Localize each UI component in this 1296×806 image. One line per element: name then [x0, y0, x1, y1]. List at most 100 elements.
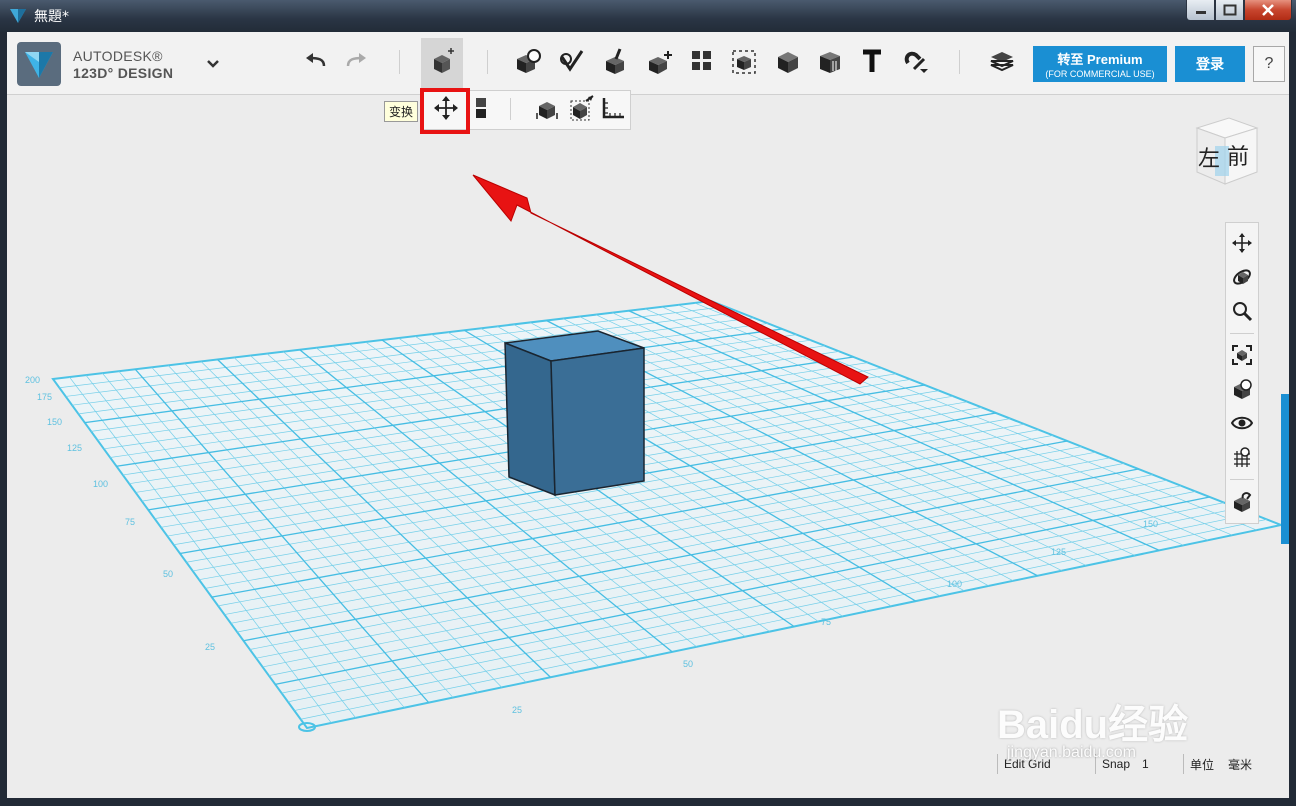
grid-label: 200: [25, 375, 40, 385]
brand-autodesk: AUTODESK®: [73, 48, 163, 64]
brand-product: 123D° DESIGN: [73, 65, 174, 81]
box-object[interactable]: [504, 330, 645, 497]
unit-label: 单位: [1190, 757, 1215, 772]
help-button[interactable]: ?: [1253, 46, 1285, 82]
nav-divider: [1230, 479, 1254, 480]
material-preview-button[interactable]: [1230, 489, 1254, 513]
pan-icon: [1232, 233, 1252, 253]
grid-label: 75: [821, 617, 831, 627]
main-toolbar: AUTODESK® 123D° DESIGN 转至 Premium (FOR C…: [7, 32, 1289, 95]
grid-label: 150: [47, 417, 62, 427]
window-frame-bottom: [0, 798, 1296, 806]
material-icon: [990, 52, 1014, 72]
viewcube-left-label: 左: [1198, 147, 1220, 172]
modify-button[interactable]: [645, 46, 675, 76]
text-icon: [863, 49, 881, 72]
watermark-url: jingyan.baidu.com: [1007, 744, 1136, 761]
premium-label: 转至 Premium: [1057, 52, 1143, 67]
grid-label: 25: [512, 705, 522, 715]
view-cube[interactable]: 左 前: [1187, 114, 1263, 190]
fit-button[interactable]: [1230, 343, 1254, 367]
toolbar-divider: [959, 50, 960, 74]
grid-label: 175: [37, 392, 52, 402]
combine-icon: [778, 52, 798, 73]
login-button[interactable]: 登录: [1175, 46, 1245, 82]
app-logo-icon[interactable]: [17, 42, 61, 86]
app-area: AUTODESK® 123D° DESIGN 转至 Premium (FOR C…: [7, 32, 1289, 798]
highlight-box: [420, 88, 470, 134]
primitives-icon: [517, 49, 541, 73]
chevron-down-icon[interactable]: [205, 58, 221, 70]
unit-control[interactable]: 单位 毫米: [1183, 754, 1258, 774]
sketch-icon: [560, 50, 584, 72]
grouping-icon: [732, 50, 756, 74]
smart-scale-icon: [570, 95, 594, 121]
ruler-button[interactable]: [599, 94, 627, 122]
subtoolbar-divider: [510, 98, 511, 120]
close-icon: [1262, 4, 1274, 16]
grid-label: 25: [205, 642, 215, 652]
maximize-button[interactable]: [1215, 0, 1244, 21]
viewcube-front-label: 前: [1227, 145, 1249, 170]
grid-label: 50: [683, 659, 693, 669]
grid-label: 125: [1051, 547, 1066, 557]
app-logo-icon: [10, 9, 26, 23]
construct-icon: [606, 48, 624, 74]
fit-icon: [1232, 345, 1252, 365]
transform-button[interactable]: [427, 46, 457, 76]
material-preview-icon: [1234, 492, 1252, 512]
premium-button[interactable]: 转至 Premium (FOR COMMERCIAL USE): [1033, 46, 1167, 82]
smart-scale-button[interactable]: [567, 94, 595, 122]
unit-value: 毫米: [1228, 757, 1253, 772]
measure-icon: [820, 52, 840, 73]
close-button[interactable]: [1244, 0, 1292, 21]
grouping-button[interactable]: [729, 46, 759, 76]
grid-label: 75: [125, 517, 135, 527]
snap-button[interactable]: [901, 46, 931, 76]
tooltip: 变换: [384, 101, 419, 122]
minimize-icon: [1195, 11, 1206, 14]
primitives-button[interactable]: [513, 46, 543, 76]
construct-button[interactable]: [601, 46, 631, 76]
window-title: 無題*: [34, 9, 69, 25]
undo-icon: [306, 53, 326, 67]
grid-icon: [1234, 447, 1250, 467]
transform-icon: [434, 48, 454, 73]
title-bar: 無題*: [0, 0, 1296, 32]
maximize-icon: [1223, 4, 1236, 16]
zoom-icon: [1233, 302, 1253, 322]
watermark-logo: Baidu经验: [997, 703, 1189, 747]
pattern-button[interactable]: [687, 46, 717, 76]
grid-label: 50: [163, 569, 173, 579]
grid-plane: [51, 299, 1285, 730]
combine-button[interactable]: [773, 46, 803, 76]
zoom-button[interactable]: [1230, 299, 1254, 323]
tweak-icon: [536, 102, 558, 119]
align-icon: [476, 98, 486, 118]
redo-button[interactable]: [341, 46, 371, 76]
minimize-button[interactable]: [1186, 0, 1215, 21]
pattern-icon: [692, 51, 711, 70]
undo-button[interactable]: [301, 46, 331, 76]
view-mode-icon: [1234, 379, 1252, 399]
view-mode-button[interactable]: [1230, 377, 1254, 401]
window-frame-right: [1289, 32, 1296, 806]
text-button[interactable]: [857, 46, 887, 76]
orbit-button[interactable]: [1230, 265, 1254, 289]
measure-button[interactable]: [815, 46, 845, 76]
align-button[interactable]: [469, 94, 497, 122]
side-panel-toggle[interactable]: [1281, 394, 1289, 544]
ruler-icon: [602, 98, 624, 119]
pan-button[interactable]: [1230, 231, 1254, 255]
visibility-button[interactable]: [1230, 411, 1254, 435]
material-button[interactable]: [987, 46, 1017, 76]
sketch-button[interactable]: [557, 46, 587, 76]
toolbar-divider: [399, 50, 400, 74]
snap-value: 1: [1142, 757, 1149, 771]
grid-label: 150: [1143, 519, 1158, 529]
snap-icon: [904, 51, 928, 73]
redo-icon: [346, 53, 366, 67]
tweak-button[interactable]: [533, 94, 561, 122]
grid-button[interactable]: [1230, 445, 1254, 469]
premium-sublabel: (FOR COMMERCIAL USE): [1045, 69, 1155, 79]
